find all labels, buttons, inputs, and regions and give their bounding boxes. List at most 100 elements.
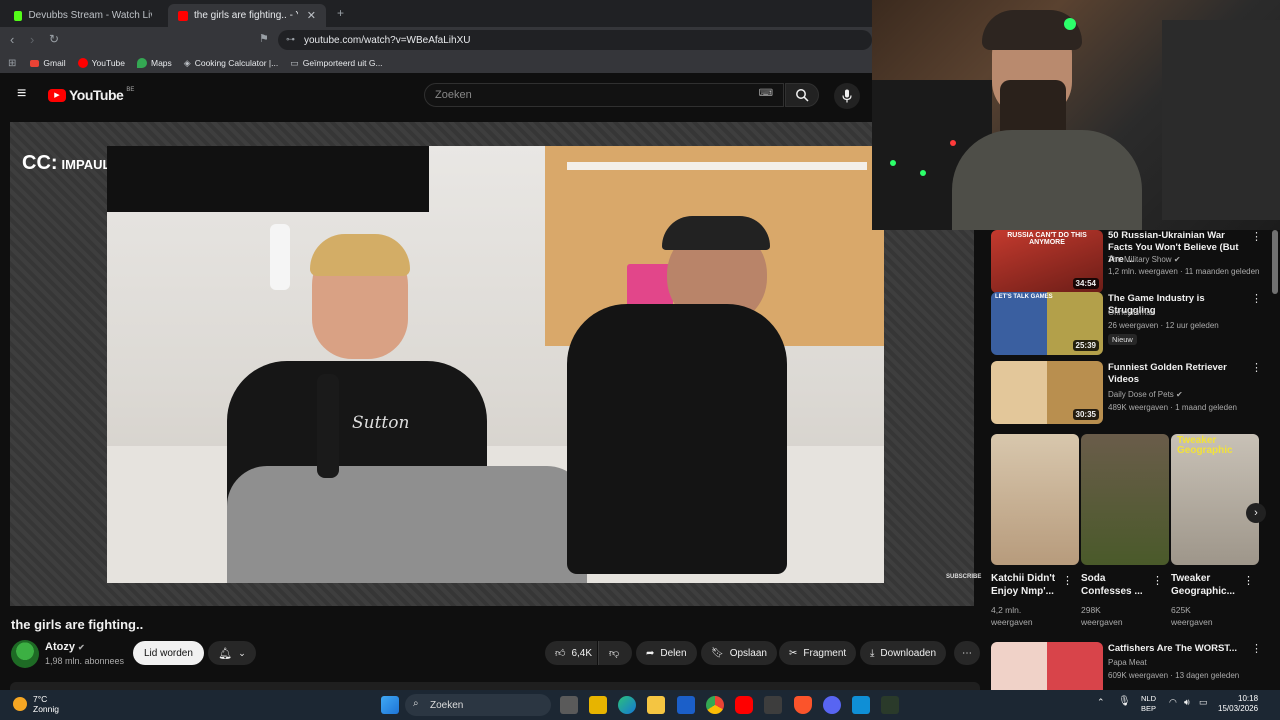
recommendation-item[interactable]: LET'S TALK GAMES 25:39 The Game Industry…: [991, 292, 1271, 355]
short-thumbnail[interactable]: Tweaker Geographic: [1171, 434, 1259, 565]
share-button[interactable]: ➦ Delen: [636, 641, 697, 665]
hamburger-menu-icon[interactable]: ≡: [17, 85, 26, 103]
file-explorer-icon[interactable]: [647, 696, 665, 714]
bookmark-gmail[interactable]: Gmail: [30, 58, 66, 68]
app-icon[interactable]: [852, 696, 870, 714]
search-input[interactable]: Zoeken ⌨: [424, 83, 784, 107]
short-thumbnail[interactable]: [991, 434, 1079, 565]
recommendation-item[interactable]: RUSSIA CAN'T DO THIS ANYMORE 34:54 50 Ru…: [991, 230, 1271, 293]
recommendation-item[interactable]: Catfishers Are The WORST... Papa Meat 60…: [991, 642, 1271, 690]
chrome-icon[interactable]: [706, 696, 724, 714]
video-thumbnail[interactable]: 30:35: [991, 361, 1103, 424]
apps-grid-icon[interactable]: ⊞: [8, 58, 16, 69]
recommendation-title[interactable]: Funniest Golden Retriever Videos: [1108, 362, 1248, 386]
language-indicator[interactable]: NLD BEP: [1141, 694, 1156, 714]
weather-widget[interactable]: 7°C Zonnig: [33, 694, 59, 714]
short-title[interactable]: Soda Confesses ...: [1081, 572, 1155, 598]
dislike-button[interactable]: 👎︎: [598, 641, 632, 665]
brave-icon[interactable]: [794, 696, 812, 714]
clock-date: 15/03/2026: [1218, 704, 1259, 713]
browser-tab-kick[interactable]: Devubbs Stream - Watch Live on: [4, 4, 162, 27]
youtube-app-icon[interactable]: [735, 696, 753, 714]
recommendation-item[interactable]: 30:35 Funniest Golden Retriever Videos D…: [991, 361, 1271, 424]
task-view-icon[interactable]: [560, 696, 578, 714]
recommendation-channel[interactable]: Daily Dose of Pets ✔: [1108, 390, 1183, 399]
shorts-next-button[interactable]: ›: [1246, 503, 1266, 523]
wifi-icon[interactable]: ◠: [1169, 697, 1177, 708]
short-views: 4,2 mln. weergaven: [991, 605, 1033, 627]
keyboard-icon[interactable]: ⌨: [759, 88, 773, 99]
video-thumbnail[interactable]: LET'S TALK GAMES 25:39: [991, 292, 1103, 355]
more-options-icon[interactable]: ⋮: [1152, 574, 1163, 587]
clip-button[interactable]: ✂ Fragment: [779, 641, 857, 665]
more-actions-button[interactable]: ⋯: [954, 641, 980, 665]
weather-desc: Zonnig: [33, 704, 59, 714]
system-clock[interactable]: 10:18 15/03/2026: [1218, 694, 1258, 714]
more-options-icon[interactable]: ⋮: [1251, 642, 1262, 655]
taskbar-search[interactable]: ⌕ Zoeken: [405, 694, 551, 716]
bookmark-star-icon[interactable]: ⚑: [259, 32, 269, 45]
video-frame[interactable]: Sutton: [107, 146, 884, 583]
share-icon: ➦: [646, 647, 655, 659]
more-options-icon[interactable]: ⋮: [1251, 361, 1262, 374]
sun-weather-icon: [13, 697, 27, 711]
back-icon[interactable]: ‹: [10, 32, 14, 47]
obs-icon[interactable]: [881, 696, 899, 714]
notification-bell-button[interactable]: 🔔︎ ⌄: [208, 641, 256, 665]
bookmark-label: Maps: [151, 58, 172, 68]
join-button[interactable]: Lid worden: [133, 641, 204, 665]
sidebar-scrollbar[interactable]: [1272, 230, 1278, 294]
download-button[interactable]: ⤓ Downloaden: [860, 641, 947, 665]
tray-chevron-up-icon[interactable]: ⌃: [1097, 697, 1105, 708]
like-button[interactable]: 👍︎ 6,4K: [545, 641, 597, 665]
bookmark-youtube[interactable]: YouTube: [77, 58, 125, 68]
bookmark-cooking-calculator[interactable]: ◈ Cooking Calculator |...: [184, 58, 278, 69]
tab-title: the girls are fighting.. - YouTu: [194, 10, 298, 21]
recommendation-channel[interactable]: The Military Show ✔: [1108, 255, 1181, 264]
more-options-icon[interactable]: ⋮: [1251, 292, 1262, 305]
edge-icon[interactable]: [618, 696, 636, 714]
voice-search-button[interactable]: [834, 83, 860, 109]
video-thumbnail[interactable]: [991, 642, 1103, 690]
recommendation-title[interactable]: Catfishers Are The WORST...: [1108, 643, 1248, 655]
address-bar[interactable]: ⊶ youtube.com/watch?v=WBeAfaLihXU: [278, 30, 872, 50]
site-info-icon[interactable]: ⊶: [286, 34, 295, 45]
browser-tab-youtube[interactable]: the girls are fighting.. - YouTu ✕: [168, 4, 326, 27]
close-tab-icon[interactable]: ✕: [307, 9, 316, 22]
recommendation-channel[interactable]: Ohheyitsmax: [1108, 308, 1155, 317]
bookmark-maps[interactable]: Maps: [137, 58, 172, 68]
search-button[interactable]: [785, 83, 819, 107]
video-player[interactable]: CC: IMPAULSIVE Sutton SUBSCRIBE: [10, 122, 981, 606]
new-tab-icon[interactable]: +: [337, 6, 344, 20]
bookmark-folder-imported[interactable]: ▭ Geïmporteerd uit G...: [290, 58, 382, 69]
tray-mic-icon[interactable]: 🎙︎: [1118, 696, 1131, 707]
short-title[interactable]: Tweaker Geographic...: [1171, 572, 1245, 598]
more-options-icon[interactable]: ⋮: [1251, 230, 1262, 243]
video-duration: 34:54: [1072, 278, 1099, 289]
video-duration: 30:35: [1072, 409, 1099, 420]
like-count: 6,4K: [571, 647, 593, 659]
description-box-edge: [10, 682, 980, 690]
video-thumbnail[interactable]: RUSSIA CAN'T DO THIS ANYMORE 34:54: [991, 230, 1103, 293]
recommendation-channel[interactable]: Papa Meat: [1108, 658, 1147, 667]
volume-icon[interactable]: 🔊︎: [1184, 697, 1190, 708]
store-icon[interactable]: [589, 696, 607, 714]
short-title[interactable]: Katchii Didn't Enjoy Nmp'...: [991, 572, 1065, 598]
youtube-favicon-icon: [178, 10, 188, 21]
short-thumbnail[interactable]: [1081, 434, 1169, 565]
save-button[interactable]: 🔖︎ Opslaan: [701, 641, 777, 665]
subscriber-count: 1,98 mln. abonnees: [45, 656, 125, 666]
battery-icon[interactable]: ▭: [1199, 697, 1208, 708]
more-options-icon[interactable]: ⋮: [1062, 574, 1073, 587]
youtube-logo[interactable]: ▶ YouTube BE: [48, 87, 134, 103]
channel-avatar[interactable]: [11, 640, 39, 668]
mail-icon[interactable]: [677, 696, 695, 714]
weather-temp: 7°C: [33, 694, 48, 704]
discord-icon[interactable]: [823, 696, 841, 714]
calculator-icon[interactable]: [764, 696, 782, 714]
windows-start-icon[interactable]: [381, 696, 399, 714]
reload-icon[interactable]: ↻: [49, 32, 59, 46]
more-options-icon[interactable]: ⋮: [1243, 574, 1254, 587]
forward-icon[interactable]: ›: [30, 32, 34, 47]
channel-name[interactable]: Atozy ✔: [45, 641, 85, 653]
